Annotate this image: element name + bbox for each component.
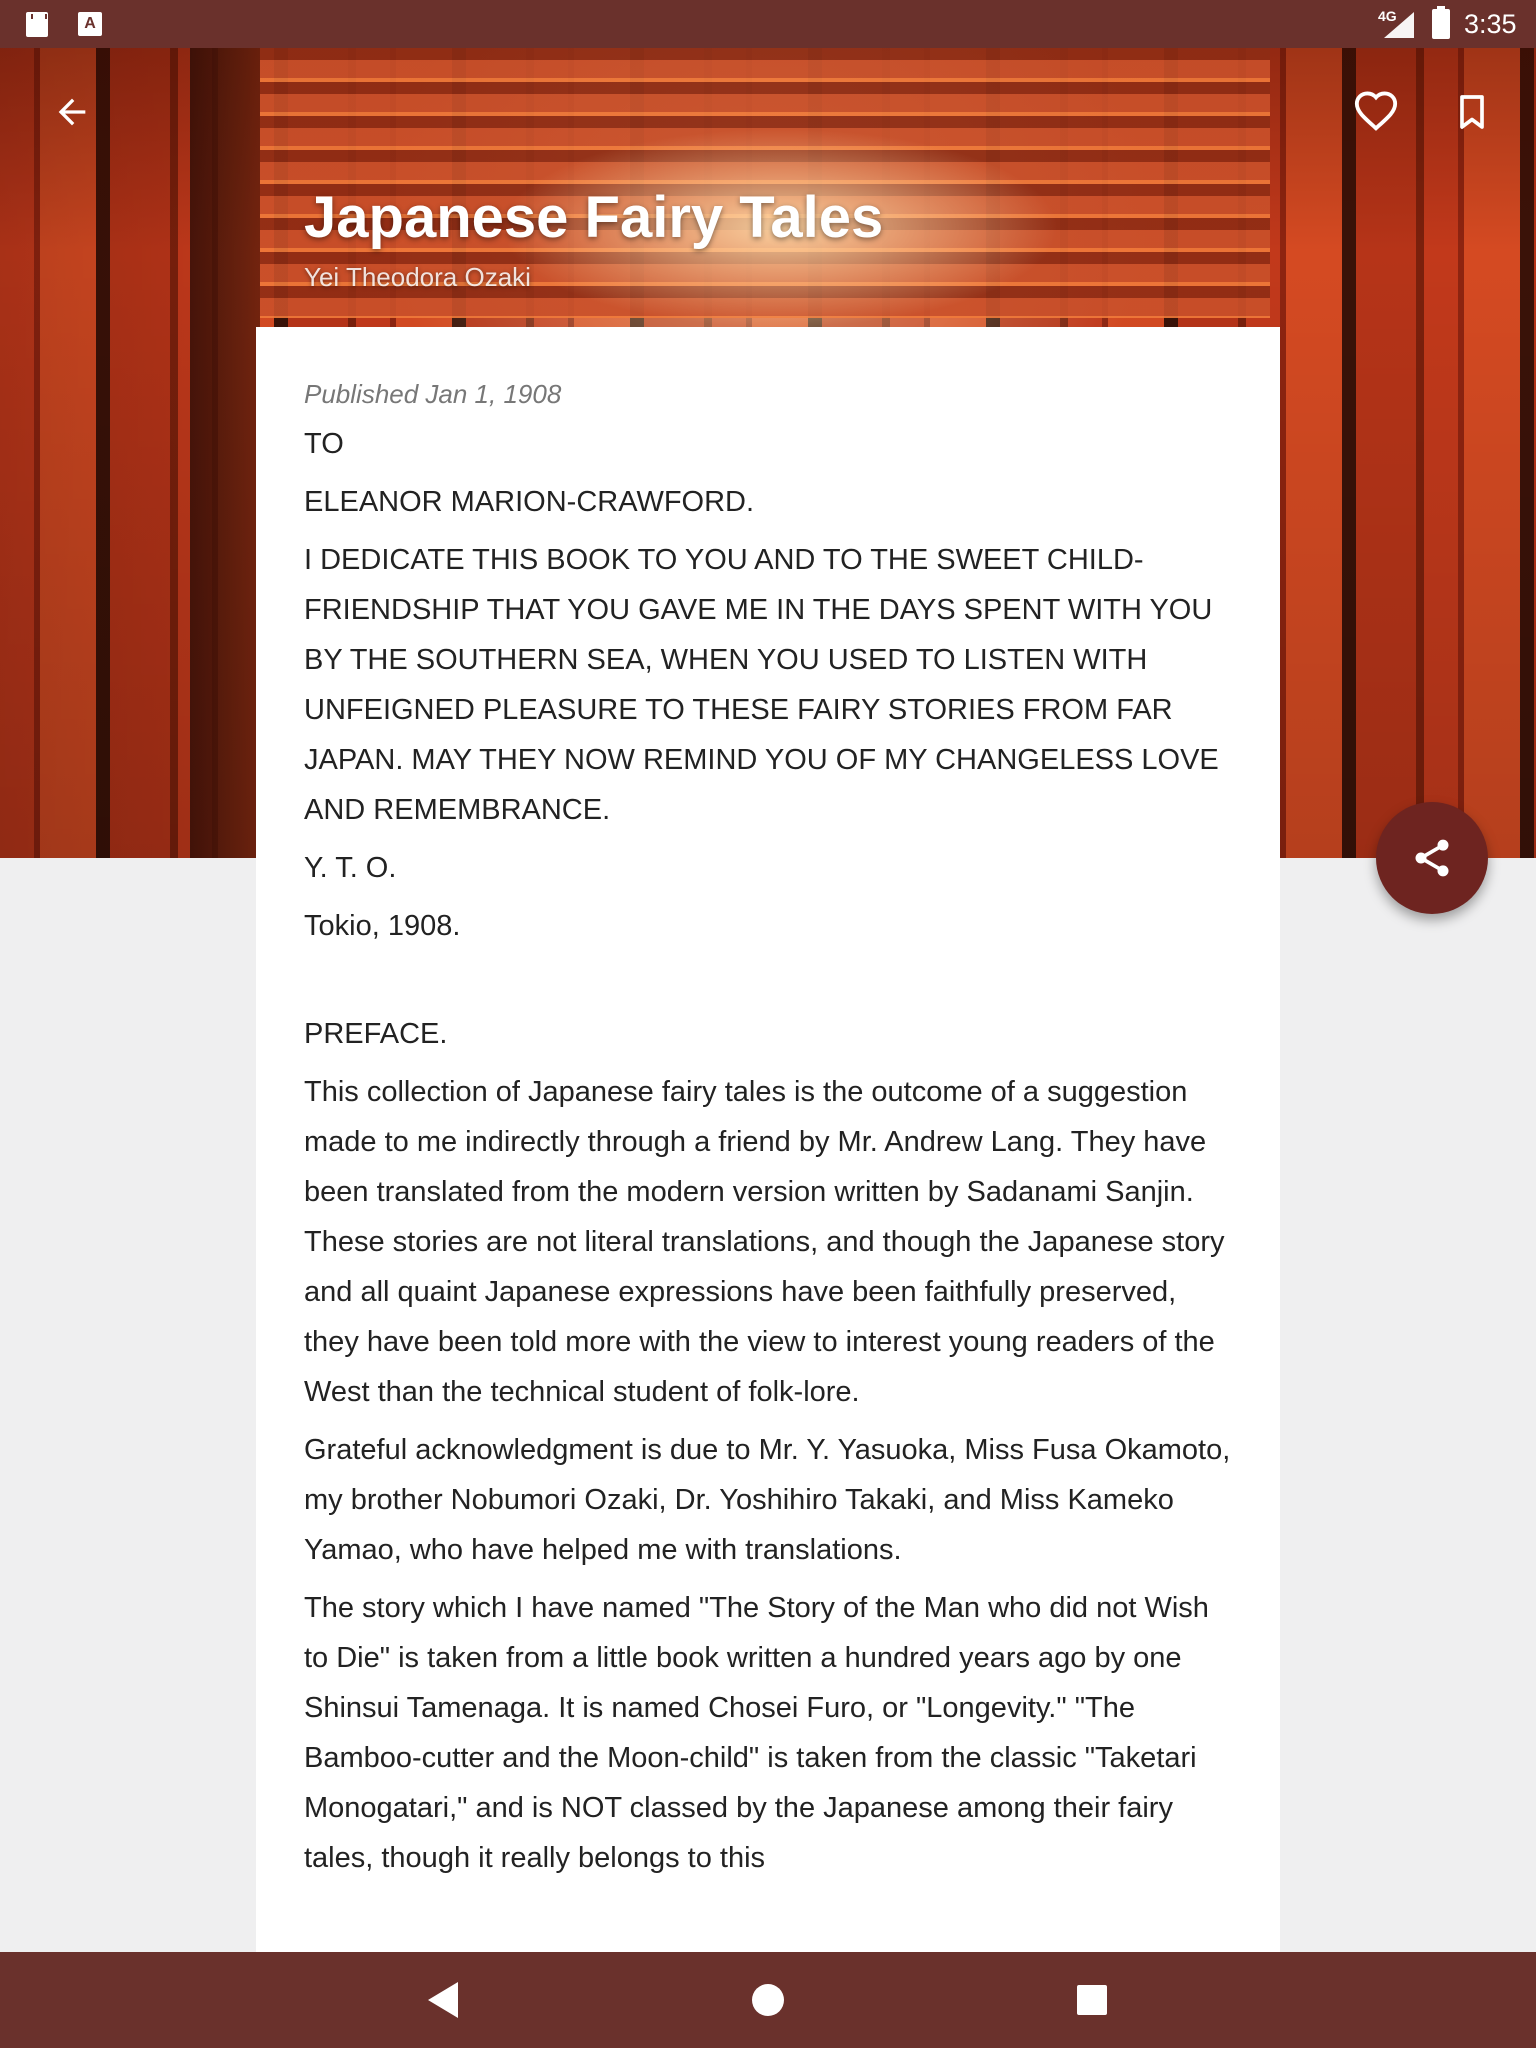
share-icon	[1415, 839, 1449, 877]
heart-outline-icon	[1354, 91, 1398, 131]
arrow-back-icon	[58, 98, 86, 126]
content-paragraph: Tokio, 1908.	[304, 910, 461, 942]
navigation-bar	[0, 1952, 1536, 2048]
content-paragraph: ELEANOR MARION-CRAWFORD.	[304, 486, 755, 518]
content-paragraph: I DEDICATE THIS BOOK TO YOU AND TO THE S…	[304, 544, 1219, 826]
book-title: Japanese Fairy Tales	[304, 185, 884, 250]
nav-back-icon[interactable]	[428, 1982, 458, 2018]
preface-heading: PREFACE.	[304, 1018, 448, 1050]
book-author: Yei Theodora Ozaki	[304, 262, 531, 292]
published-date: Published Jan 1, 1908	[304, 379, 562, 409]
bookmark-outline-icon	[1460, 95, 1484, 129]
signal-icon	[1384, 12, 1414, 38]
back-button[interactable]	[42, 82, 102, 142]
content-paragraph: This collection of Japanese fairy tales …	[304, 1076, 1225, 1408]
battery-charging-icon	[1432, 6, 1450, 39]
favorite-button[interactable]	[1346, 82, 1406, 142]
bookmark-button[interactable]	[1442, 82, 1502, 142]
status-bar: A 4G 3:35	[0, 0, 1536, 48]
content-paragraph: Grateful acknowledgment is due to Mr. Y.…	[304, 1434, 1231, 1566]
font-notification-icon: A	[78, 12, 102, 36]
content-paragraph: TO	[304, 428, 344, 460]
hero-shade	[0, 48, 260, 858]
nav-home-icon[interactable]	[752, 1984, 784, 2016]
nav-recents-icon[interactable]	[1077, 1985, 1107, 2015]
sd-card-icon	[26, 12, 48, 37]
content-paragraph: The story which I have named "The Story …	[304, 1592, 1209, 1874]
status-time: 3:35	[1464, 9, 1517, 39]
share-button[interactable]	[1376, 802, 1488, 914]
book-content-card[interactable]: Published Jan 1, 1908 TO ELEANOR MARION-…	[256, 327, 1280, 1952]
content-paragraph: Y. T. O.	[304, 852, 397, 884]
